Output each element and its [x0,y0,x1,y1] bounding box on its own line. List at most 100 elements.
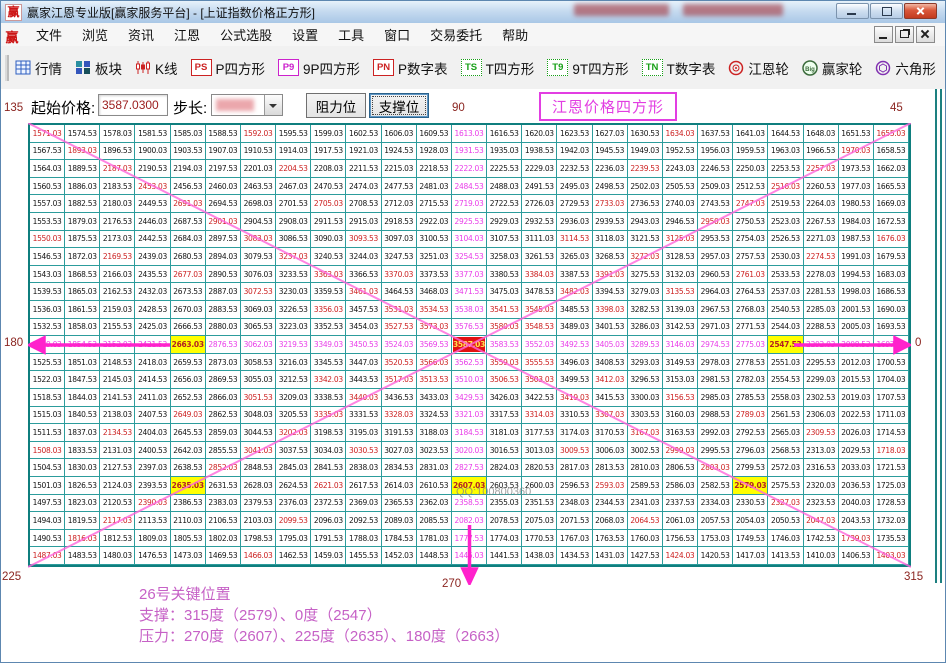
dropdown-button[interactable] [264,95,282,115]
grid-cell[interactable]: 1704.03 [874,371,909,389]
grid-cell[interactable]: 3223.03 [276,319,311,337]
grid-cell[interactable]: 1595.53 [276,125,311,143]
grid-cell[interactable]: 2974.53 [698,336,733,354]
grid-cell[interactable]: 2750.53 [733,213,768,231]
grid-cell[interactable]: 2327.03 [768,495,803,513]
grid-cell[interactable]: 1980.53 [839,195,874,213]
grid-cell[interactable]: 1448.53 [417,547,452,565]
grid-cell[interactable]: 1599.03 [311,125,346,143]
grid-cell[interactable]: 2222.03 [452,160,487,178]
grid-cell[interactable]: 3072.53 [241,283,276,301]
grid-cell[interactable]: 3555.53 [522,354,557,372]
grid-cell[interactable]: 3503.03 [522,371,557,389]
menu-item[interactable]: 文件 [26,23,72,46]
grid-cell[interactable]: 2183.53 [100,178,135,196]
grid-cell[interactable]: 3272.03 [628,248,663,266]
grid-cell[interactable]: 2442.53 [135,231,170,249]
grid-cell[interactable]: 2425.03 [135,319,170,337]
grid-cell[interactable]: 2348.03 [557,495,592,513]
grid-cell[interactable]: 3170.53 [593,424,628,442]
grid-cell[interactable]: 3569.53 [417,336,452,354]
grid-cell[interactable]: 3303.53 [628,407,663,425]
grid-cell[interactable]: 1973.53 [839,160,874,178]
grid-cell[interactable]: 3356.03 [311,301,346,319]
grid-cell[interactable]: 3146.03 [663,336,698,354]
grid-cell[interactable]: 1830.03 [65,459,100,477]
grid-cell[interactable]: 1522.03 [30,371,65,389]
grid-cell[interactable]: 1844.03 [65,389,100,407]
grid-cell[interactable]: 2610.53 [417,477,452,495]
grid-cell[interactable]: 1956.03 [698,143,733,161]
grid-cell[interactable]: 1819.53 [65,512,100,530]
grid-cell[interactable]: 1861.53 [65,301,100,319]
toolbar-item[interactable]: P99P四方形 [278,58,360,78]
grid-cell[interactable]: 2288.53 [804,319,839,337]
grid-cell[interactable]: 2390.03 [135,495,170,513]
grid-cell[interactable]: 2817.03 [557,459,592,477]
grid-cell[interactable]: 2512.53 [733,178,768,196]
grid-cell[interactable]: 1669.03 [874,195,909,213]
grid-cell[interactable]: 1410.03 [804,547,839,565]
grid-cell[interactable]: 2488.03 [487,178,522,196]
grid-cell[interactable]: 3468.03 [417,283,452,301]
grid-cell[interactable]: 1515.03 [30,407,65,425]
grid-cell[interactable]: 2012.03 [839,354,874,372]
grid-cell[interactable]: 3527.53 [382,319,417,337]
grid-cell[interactable]: 1665.53 [874,178,909,196]
grid-cell[interactable]: 1634.03 [663,125,698,143]
grid-cell[interactable]: 3202.03 [276,424,311,442]
grid-cell[interactable]: 3513.53 [417,371,452,389]
grid-cell[interactable]: 1882.53 [65,195,100,213]
menu-item[interactable]: 浏览 [72,23,118,46]
resistance-button[interactable]: 阻力位 [306,93,366,118]
grid-cell[interactable]: 1900.03 [135,143,170,161]
grid-cell[interactable]: 1938.53 [522,143,557,161]
grid-cell[interactable]: 2908.03 [276,213,311,231]
grid-cell[interactable]: 1963.03 [768,143,803,161]
grid-cell[interactable]: 2841.53 [311,459,346,477]
grid-cell[interactable]: 2439.03 [135,248,170,266]
grid-cell[interactable]: 3541.53 [487,301,522,319]
grid-cell[interactable]: 2495.03 [557,178,592,196]
grid-cell[interactable]: 1525.53 [30,354,65,372]
grid-cell[interactable]: 2645.53 [171,424,206,442]
grid-cell[interactable]: 2379.53 [241,495,276,513]
grid-cell[interactable]: 1508.03 [30,442,65,460]
grid-cell[interactable]: 2526.53 [768,231,803,249]
grid-cell[interactable]: 2372.53 [311,495,346,513]
grid-cell[interactable]: 2197.53 [206,160,241,178]
grid-cell[interactable]: 2190.53 [135,160,170,178]
grid-cell[interactable]: 1536.03 [30,301,65,319]
grid-cell[interactable]: 2726.03 [522,195,557,213]
grid-cell[interactable]: 3587.03 [452,336,487,354]
grid-cell[interactable]: 2453.03 [135,178,170,196]
grid-cell[interactable]: 3566.03 [417,354,452,372]
grid-cell[interactable]: 1543.03 [30,266,65,284]
grid-cell[interactable]: 2022.53 [839,407,874,425]
grid-cell[interactable]: 2295.53 [804,354,839,372]
grid-cell[interactable]: 1564.03 [30,160,65,178]
grid-cell[interactable]: 2232.53 [557,160,592,178]
grid-cell[interactable]: 1809.03 [135,530,170,548]
grid-cell[interactable]: 2894.03 [206,248,241,266]
grid-cell[interactable]: 3282.53 [628,301,663,319]
grid-cell[interactable]: 1907.03 [206,143,241,161]
grid-cell[interactable]: 1588.53 [206,125,241,143]
grid-cell[interactable]: 3436.53 [382,389,417,407]
grid-cell[interactable]: 3545.03 [522,301,557,319]
grid-cell[interactable]: 1700.53 [874,354,909,372]
grid-cell[interactable]: 1424.03 [663,547,698,565]
toolbar-gripper[interactable] [5,55,9,81]
grid-cell[interactable]: 1546.53 [30,248,65,266]
grid-cell[interactable]: 2271.03 [804,231,839,249]
grid-cell[interactable]: 3121.53 [628,231,663,249]
grid-cell[interactable]: 1616.53 [487,125,522,143]
minimize-button[interactable] [836,3,869,19]
grid-cell[interactable]: 3254.53 [452,248,487,266]
grid-cell[interactable]: 2757.53 [733,248,768,266]
grid-cell[interactable]: 3300.03 [628,389,663,407]
grid-cell[interactable]: 2551.03 [768,354,803,372]
grid-cell[interactable]: 2057.53 [698,512,733,530]
grid-cell[interactable]: 1462.53 [276,547,311,565]
grid-cell[interactable]: 3331.53 [346,407,381,425]
